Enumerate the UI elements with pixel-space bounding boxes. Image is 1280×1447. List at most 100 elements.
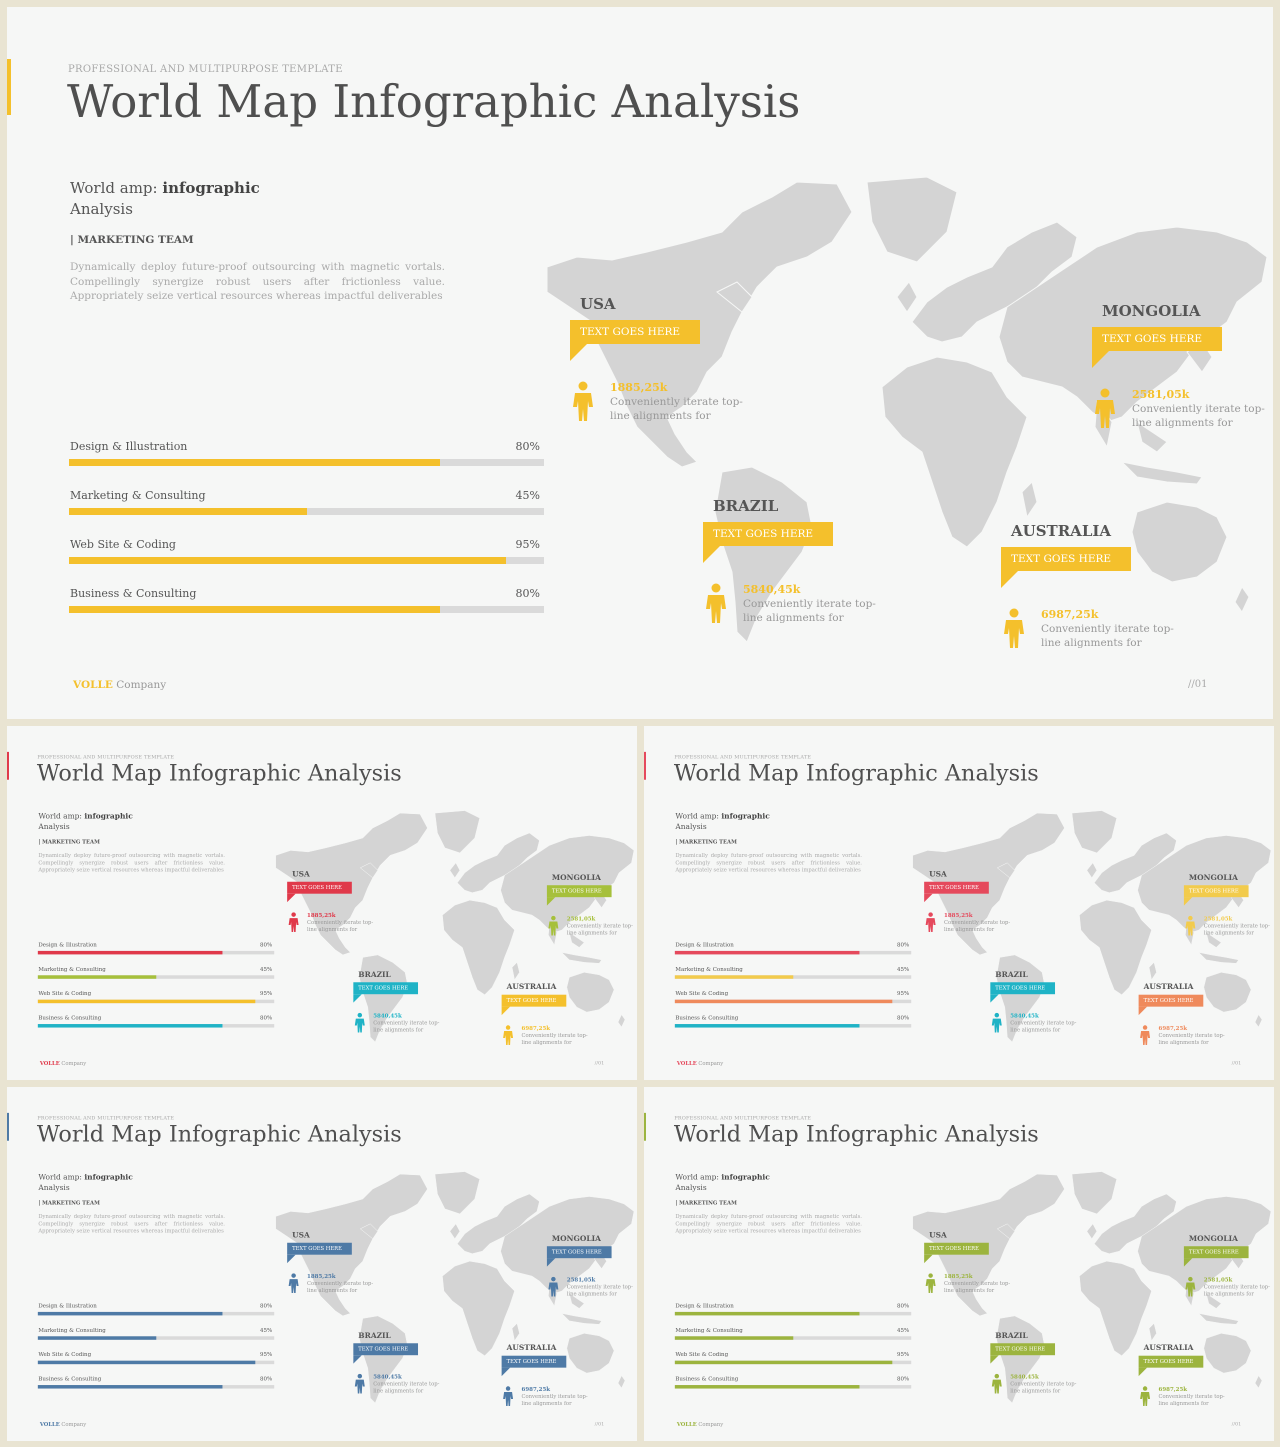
progress-label: Marketing & Consulting [675, 965, 743, 973]
country-name: MONGOLIA [551, 872, 601, 882]
accent-mark [7, 751, 9, 780]
callout-usa: USA TEXT GOES HERE 1885,25k Conveniently it… [287, 869, 373, 933]
progress-row: Business & Consulting 80% [69, 587, 544, 636]
progress-bars: Design & Illustration 80% Marketing & Cons… [674, 941, 912, 1039]
stat-number: 5840,45k [743, 583, 801, 596]
lead-bold: infographic [162, 179, 260, 197]
text-tag: TEXT GOES HERE [1001, 547, 1132, 588]
stat-description: Conveniently iterate top-line alignments… [1203, 1284, 1270, 1297]
slide-thumbnail-4[interactable]: PROFESSIONAL AND MULTIPURPOSE TEMPLATE W… [644, 1087, 1274, 1441]
stat-number: 1885,25k [944, 1273, 973, 1280]
progress-bars: Design & Illustration 80% Marketing & Cons… [674, 1302, 912, 1400]
text-tag: TEXT GOES HERE [1183, 885, 1249, 906]
person-icon [1185, 915, 1196, 936]
tag-tail [1138, 1006, 1148, 1016]
stat-description: Conveniently iterate top-line alignments… [373, 1381, 440, 1395]
accent-mark [644, 1112, 646, 1141]
tag-tail [570, 344, 587, 361]
text-tag: TEXT GOES HERE [1138, 1355, 1204, 1377]
country-name: BRAZIL [358, 1330, 391, 1340]
progress-fill [674, 1336, 794, 1340]
slide-thumbnail-1[interactable]: PROFESSIONAL AND MULTIPURPOSE TEMPLATE W… [7, 726, 637, 1080]
brand-name: VOLLE [676, 1421, 697, 1428]
person-icon [288, 1273, 299, 1294]
progress-fill [674, 1311, 860, 1316]
description-text: Dynamically deploy future-proof outsourc… [38, 1213, 225, 1234]
stat-description: Conveniently iterate top-line alignments… [373, 1020, 440, 1034]
progress-row: Design & Illustration 80% [674, 1302, 912, 1326]
country-name: MONGOLIA [551, 1233, 601, 1243]
lead-heading: World amp: infographic Analysis [38, 811, 132, 832]
tag-tail [924, 893, 933, 903]
tag-tail [546, 1258, 556, 1267]
progress-row: Marketing & Consulting 45% [37, 966, 275, 990]
progress-label: Design & Illustration [70, 440, 188, 453]
progress-row: Design & Illustration 80% [69, 440, 544, 489]
lead-bold: infographic [84, 1172, 133, 1182]
person-icon [503, 1386, 514, 1406]
progress-track [37, 999, 275, 1004]
country-name: MONGOLIA [1102, 302, 1201, 320]
slide-main[interactable]: PROFESSIONAL AND MULTIPURPOSE TEMPLATE W… [7, 7, 1273, 719]
callout-usa: USA TEXT GOES HERE 1885,25k Conveniently it… [924, 869, 1010, 933]
brand-name: VOLLE [73, 679, 113, 691]
callout-australia: AUSTRALIA TEXT GOES HERE 6987,25k Convenien… [501, 1343, 588, 1406]
progress-track [69, 459, 544, 466]
stat-description: Conveniently iterate top-line alignments… [566, 923, 633, 936]
stat-number: 5840,45k [373, 1012, 402, 1020]
progress-bars: Design & Illustration 80% Marketing & Cons… [37, 1302, 275, 1400]
brand-suffix: Company [59, 1060, 87, 1067]
text-tag: TEXT GOES HERE [924, 1242, 989, 1264]
lead-suffix: Analysis [70, 200, 133, 218]
progress-bars: Design & Illustration 80% Marketing & Cons… [69, 440, 544, 636]
text-tag: TEXT GOES HERE [1183, 1246, 1249, 1267]
country-name: USA [929, 869, 947, 879]
stat-description: Conveniently iterate top-line alignments… [521, 1032, 588, 1046]
person-icon [925, 1273, 936, 1294]
callout-brazil: BRAZIL TEXT GOES HERE 5840,45k Conveniently… [353, 1330, 439, 1394]
accent-mark [7, 1112, 9, 1141]
country-name: AUSTRALIA [1011, 522, 1112, 540]
brand-suffix: Company [59, 1421, 87, 1428]
progress-track [37, 950, 275, 955]
tag-tail [703, 546, 720, 563]
stat-description: Conveniently iterate top-line alignments… [1041, 623, 1174, 649]
text-tag: TEXT GOES HERE [287, 1242, 352, 1264]
person-icon [354, 1373, 365, 1394]
country-name: MONGOLIA [1188, 1233, 1238, 1243]
lead-suffix: Analysis [675, 822, 707, 831]
tag-tail [990, 994, 999, 1003]
person-icon [573, 381, 593, 421]
progress-row: Design & Illustration 80% [37, 1302, 275, 1326]
brand-name: VOLLE [676, 1060, 697, 1067]
progress-label: Web Site & Coding [675, 1351, 729, 1358]
slide-thumbnail-3[interactable]: PROFESSIONAL AND MULTIPURPOSE TEMPLATE W… [7, 1087, 637, 1441]
progress-row: Web Site & Coding 95% [674, 990, 912, 1014]
lead-heading: World amp: infographic Analysis [675, 1172, 769, 1193]
callout-australia: AUSTRALIA TEXT GOES HERE 6987,25k Convenien… [1138, 982, 1225, 1045]
brand-name: VOLLE [39, 1060, 60, 1067]
stat-description: Conveniently iterate top-line alignments… [944, 1280, 1011, 1294]
brand-footer: VOLLE Company [40, 1421, 86, 1427]
stat-description: Conveniently iterate top-line alignments… [1158, 1032, 1225, 1046]
progress-row: Marketing & Consulting 45% [69, 489, 544, 538]
callout-mongolia: MONGOLIA TEXT GOES HERE 2581,05k Convenient… [1092, 302, 1265, 429]
stat-number: 2581,05k [566, 1276, 596, 1284]
progress-track [69, 606, 544, 613]
callout-brazil: BRAZIL TEXT GOES HERE 5840,45k Conveniently… [703, 497, 876, 624]
lead-suffix: Analysis [38, 1183, 70, 1192]
team-label: | MARKETING TEAM [38, 1199, 100, 1206]
page-number: //01 [1231, 1421, 1242, 1427]
stat-description: Conveniently iterate top-line alignments… [1132, 403, 1265, 429]
progress-row: Business & Consulting 80% [37, 1015, 275, 1039]
progress-fill [69, 606, 440, 613]
callout-mongolia: MONGOLIA TEXT GOES HERE 2581,05k Convenient… [546, 872, 633, 936]
progress-row: Design & Illustration 80% [674, 941, 912, 965]
text-tag: TEXT GOES HERE [501, 994, 567, 1016]
slide-thumbnail-2[interactable]: PROFESSIONAL AND MULTIPURPOSE TEMPLATE W… [644, 726, 1274, 1080]
progress-row: Marketing & Consulting 45% [674, 1327, 912, 1351]
stat-description: Conveniently iterate top-line alignments… [743, 598, 876, 624]
progress-track [37, 975, 275, 979]
tag-tail [287, 1254, 296, 1264]
stat-description: Conveniently iterate top-line alignments… [1010, 1381, 1077, 1395]
